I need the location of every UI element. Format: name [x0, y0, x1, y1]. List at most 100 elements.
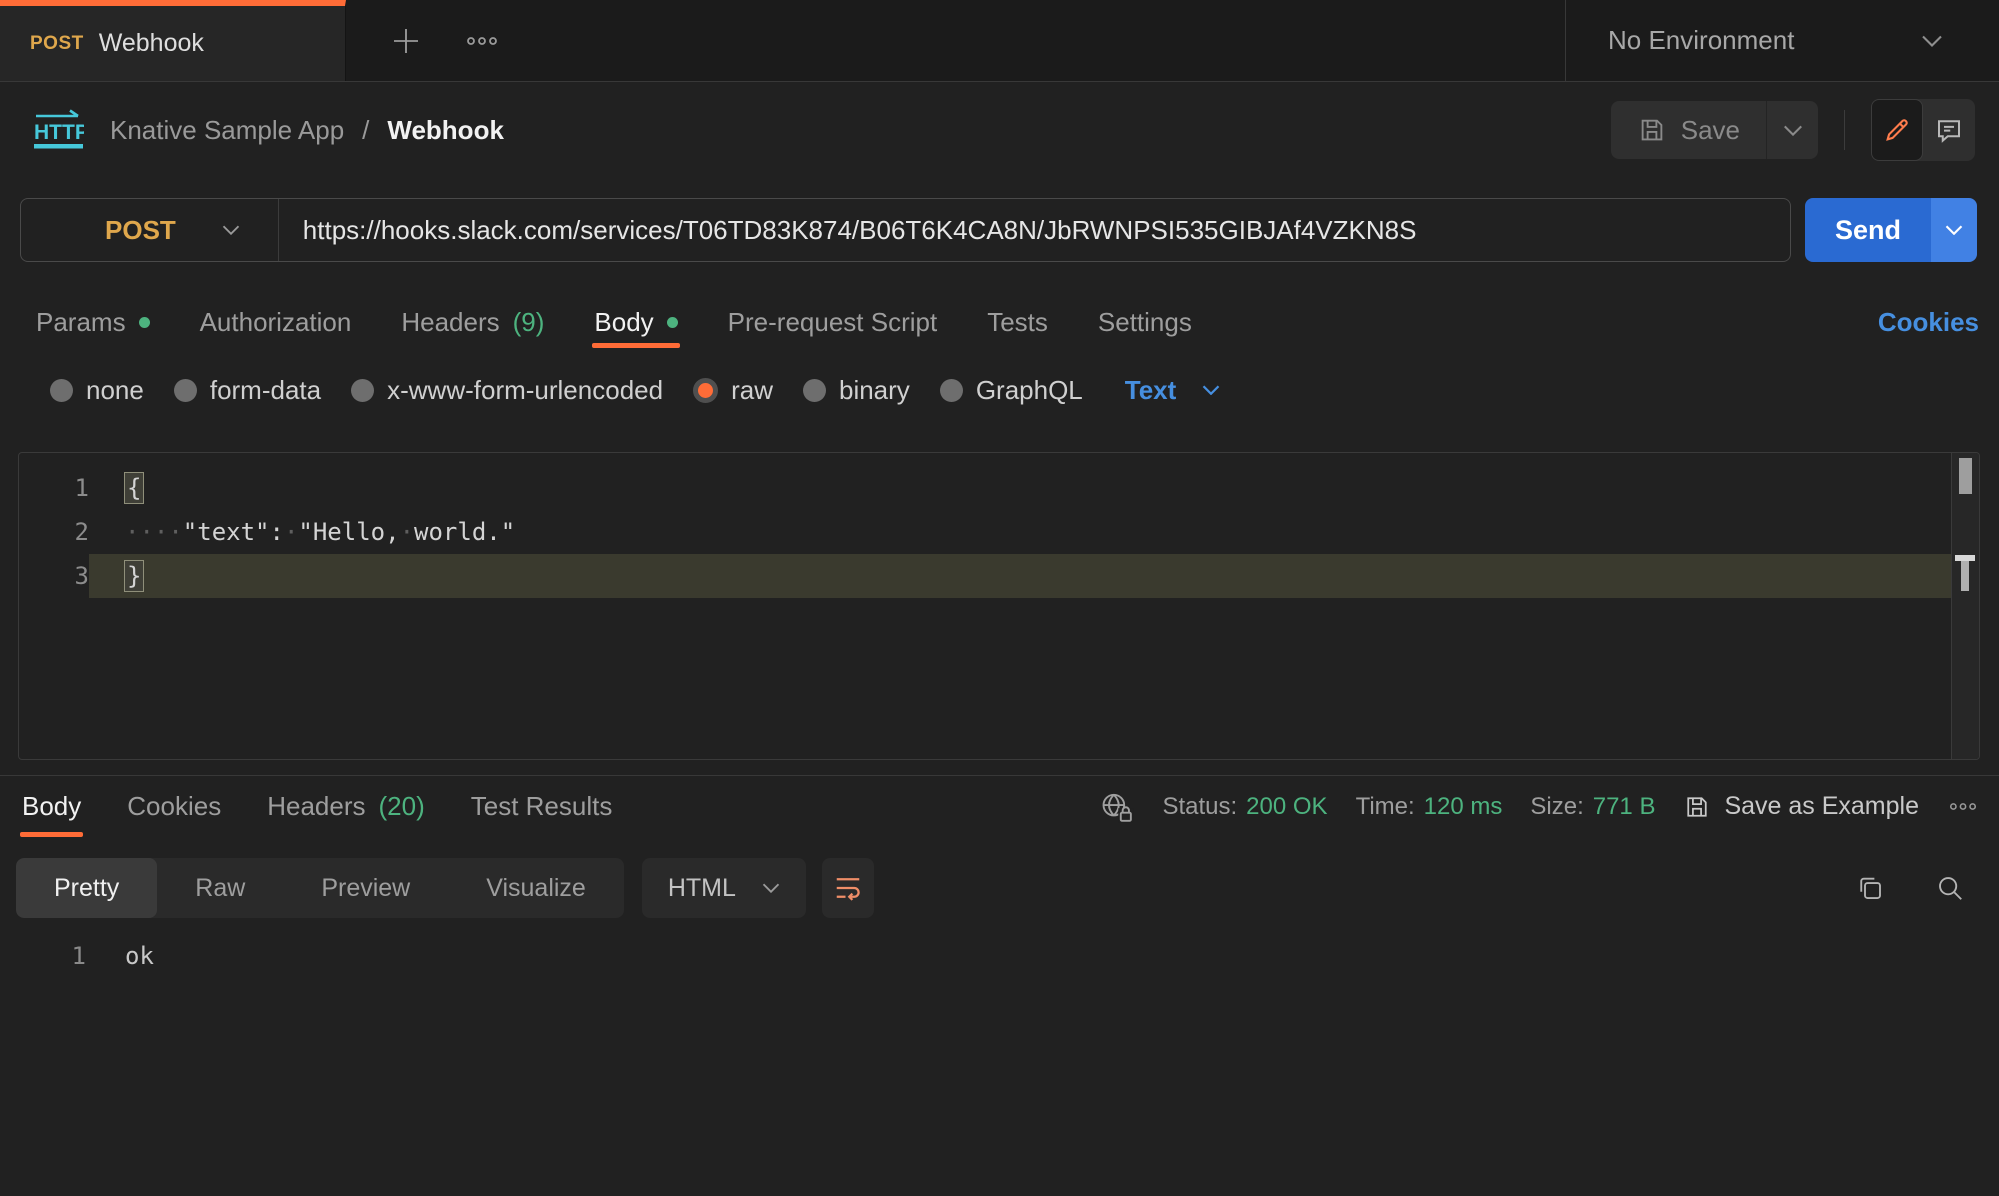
tab-headers-label: Headers	[401, 307, 499, 338]
json-value-part1: "Hello,	[298, 518, 399, 546]
tab-tests-label: Tests	[987, 307, 1048, 338]
body-type-raw-label: raw	[731, 375, 773, 406]
radio-icon	[351, 379, 374, 402]
body-type-row: none form-data x-www-form-urlencoded raw…	[0, 365, 1999, 415]
search-button[interactable]	[1935, 873, 1965, 903]
size-value: 771 B	[1593, 793, 1656, 821]
send-dropdown-button[interactable]	[1931, 198, 1977, 262]
send-split-button: Send	[1805, 198, 1977, 262]
tab-pre-request-script[interactable]: Pre-request Script	[728, 296, 938, 348]
whitespace-dot: ·	[400, 518, 414, 546]
request-body-editor[interactable]: 1 { 2 ····"text":·"Hello,·world." 3 }	[18, 452, 1980, 760]
response-meta: Status: 200 OK Time: 120 ms Size: 771 B …	[1100, 791, 1977, 823]
response-body-viewer[interactable]: 1 ok	[0, 934, 1999, 978]
response-tab-test-results[interactable]: Test Results	[471, 776, 613, 837]
breadcrumb-request-name[interactable]: Webhook	[387, 115, 504, 146]
cookies-link[interactable]: Cookies	[1878, 307, 1979, 338]
chevron-down-icon	[1945, 225, 1963, 235]
response-format-selector[interactable]: HTML	[642, 858, 806, 918]
request-tab-active[interactable]: POST Webhook	[0, 0, 346, 81]
close-brace: }	[125, 561, 143, 591]
whitespace-dots: ····	[125, 518, 183, 546]
network-globe-lock-icon[interactable]	[1100, 791, 1134, 823]
response-header: Body Cookies Headers (20) Test Results	[0, 776, 1999, 837]
radio-icon	[803, 379, 826, 402]
view-visualize[interactable]: Visualize	[448, 858, 624, 918]
body-type-binary[interactable]: binary	[803, 375, 910, 406]
breadcrumb-separator: /	[362, 115, 369, 146]
body-type-none-label: none	[86, 375, 144, 406]
comment-icon	[1934, 115, 1964, 145]
view-preview[interactable]: Preview	[283, 858, 448, 918]
body-type-urlencoded[interactable]: x-www-form-urlencoded	[351, 375, 663, 406]
send-button[interactable]: Send	[1805, 198, 1931, 262]
method-selector[interactable]: POST	[21, 199, 278, 261]
raw-language-selector[interactable]: Text	[1125, 375, 1221, 406]
body-type-graphql[interactable]: GraphQL	[940, 375, 1083, 406]
tab-params[interactable]: Params	[36, 296, 150, 348]
comments-button[interactable]	[1923, 99, 1975, 161]
breadcrumb-collection[interactable]: Knative Sample App	[110, 115, 344, 146]
app-window: POST Webhook No Environment	[0, 0, 1999, 1196]
chevron-down-icon	[222, 225, 240, 235]
tab-headers[interactable]: Headers (9)	[401, 296, 544, 348]
request-tabs: Params Authorization Headers (9) Body Pr…	[0, 296, 1999, 348]
code-content: {	[89, 466, 1979, 510]
pencil-icon	[1883, 116, 1911, 144]
response-tab-body[interactable]: Body	[22, 776, 81, 837]
copy-button[interactable]	[1855, 873, 1885, 903]
edit-mode-button[interactable]	[1871, 99, 1923, 161]
more-options-icon	[466, 36, 498, 46]
response-options-button[interactable]	[1949, 802, 1977, 811]
new-tab-button[interactable]	[390, 25, 422, 57]
body-type-none[interactable]: none	[50, 375, 144, 406]
radio-selected-icon	[693, 378, 718, 403]
line-number: 3	[19, 554, 89, 598]
url-input[interactable]	[279, 215, 1790, 246]
tab-body[interactable]: Body	[594, 296, 677, 348]
editor-line-2[interactable]: 2 ····"text":·"Hello,·world."	[19, 510, 1979, 554]
body-type-form-data[interactable]: form-data	[174, 375, 321, 406]
search-icon	[1935, 873, 1965, 903]
editor-line-3-current[interactable]: 3 }	[19, 554, 1979, 598]
body-type-raw[interactable]: raw	[693, 375, 773, 406]
response-tab-headers-label: Headers	[267, 791, 365, 822]
view-pretty[interactable]: Pretty	[16, 858, 157, 918]
save-icon	[1637, 115, 1667, 145]
scrollbar-thumb[interactable]	[1959, 458, 1972, 494]
view-raw[interactable]: Raw	[157, 858, 283, 918]
save-as-example-label: Save as Example	[1724, 792, 1919, 821]
save-icon	[1683, 793, 1711, 821]
radio-icon	[174, 379, 197, 402]
save-dropdown-button[interactable]	[1766, 101, 1818, 159]
response-tab-cookies[interactable]: Cookies	[127, 776, 221, 837]
save-label: Save	[1681, 115, 1740, 146]
response-headers-count: (20)	[378, 791, 424, 822]
chevron-down-icon	[1202, 385, 1220, 395]
response-action-icons	[1855, 873, 1965, 903]
save-as-example-button[interactable]: Save as Example	[1683, 792, 1919, 821]
response-tab-cookies-label: Cookies	[127, 791, 221, 822]
tab-tests[interactable]: Tests	[987, 296, 1048, 348]
response-tab-headers[interactable]: Headers (20)	[267, 776, 425, 837]
save-button[interactable]: Save	[1611, 101, 1766, 159]
open-brace: {	[125, 473, 143, 503]
tab-options-button[interactable]	[466, 36, 498, 46]
tab-title: Webhook	[99, 29, 204, 58]
tab-method-label: POST	[30, 33, 84, 55]
json-key: "text":	[183, 518, 284, 546]
environment-selector[interactable]: No Environment	[1565, 0, 1999, 81]
tab-authorization[interactable]: Authorization	[200, 296, 352, 348]
body-type-form-data-label: form-data	[210, 375, 321, 406]
environment-label: No Environment	[1608, 25, 1794, 56]
response-toolbar: Pretty Raw Preview Visualize HTML	[16, 858, 1965, 918]
body-active-dot	[667, 317, 678, 328]
response-body-content: ok	[86, 942, 154, 970]
size-badge: Size: 771 B	[1530, 793, 1655, 821]
tab-body-label: Body	[594, 307, 653, 338]
code-content: ····"text":·"Hello,·world."	[89, 510, 1979, 554]
raw-language-label: Text	[1125, 375, 1177, 406]
tab-settings[interactable]: Settings	[1098, 296, 1192, 348]
editor-line-1[interactable]: 1 {	[19, 466, 1979, 510]
wrap-lines-button[interactable]	[822, 858, 874, 918]
